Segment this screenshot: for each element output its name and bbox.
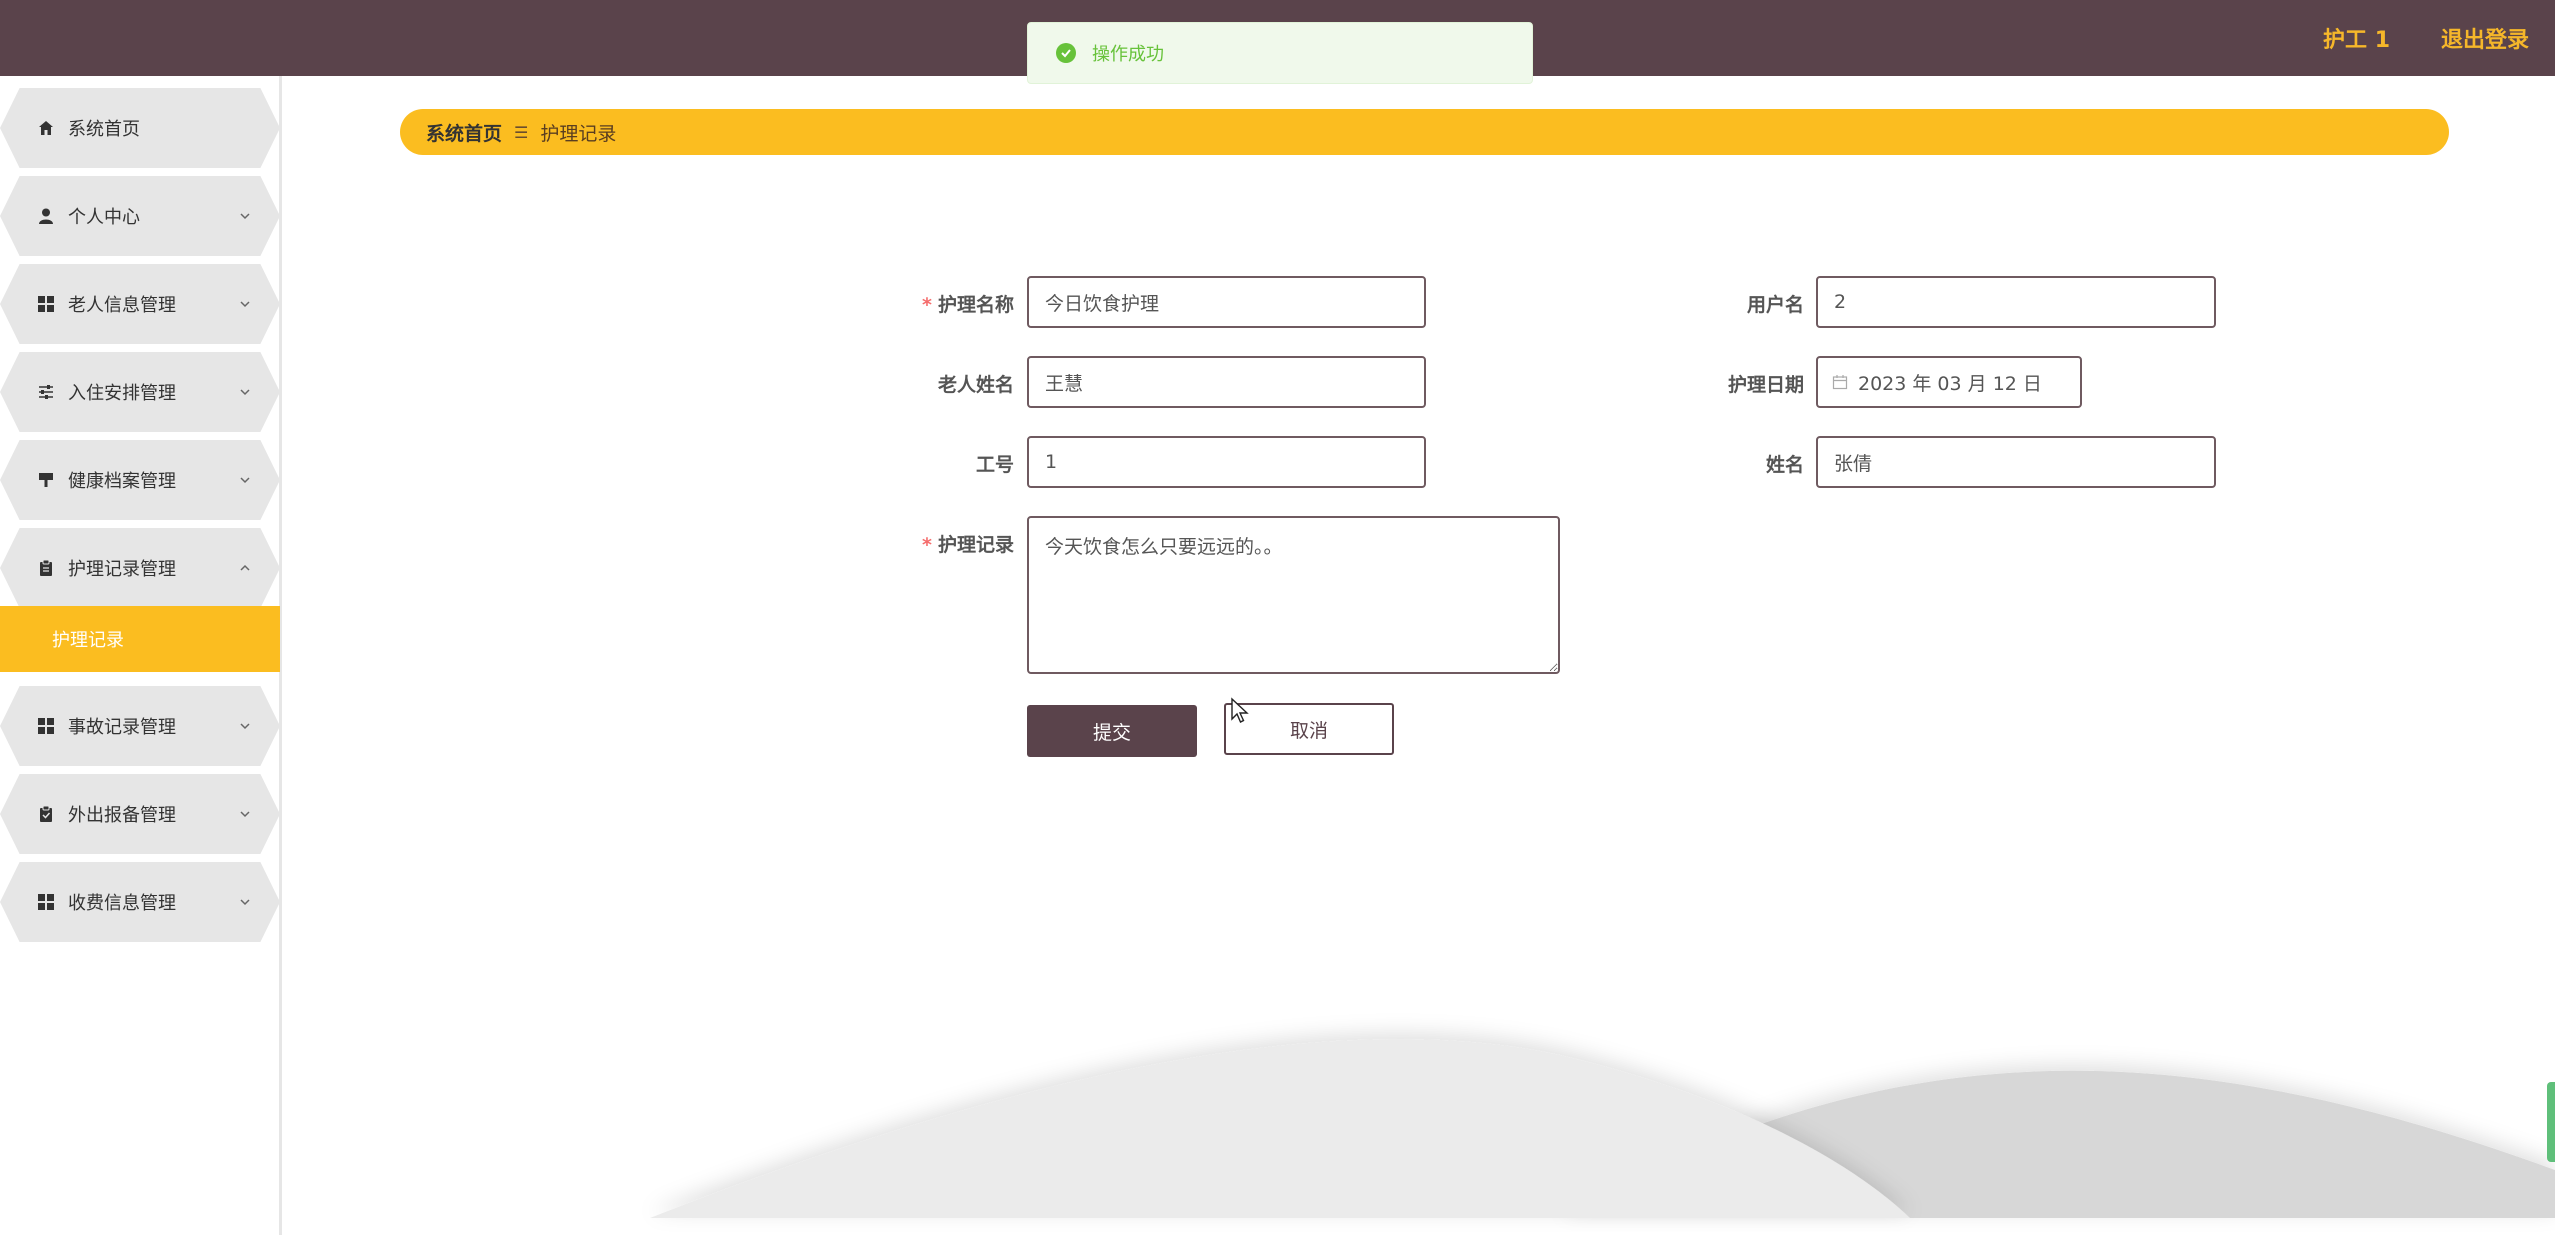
success-toast: 操作成功 bbox=[1027, 22, 1533, 84]
sidebar-item-outing[interactable]: 外出报备管理 bbox=[0, 774, 280, 854]
sidebar-item-accident[interactable]: 事故记录管理 bbox=[0, 686, 280, 766]
name-input[interactable] bbox=[1816, 436, 2216, 488]
sidebar-item-home[interactable]: 系统首页 bbox=[0, 88, 280, 168]
breadcrumb-separator-icon: ☰ bbox=[514, 122, 529, 142]
sidebar-item-label: 老人信息管理 bbox=[68, 295, 176, 316]
grid-icon bbox=[36, 294, 56, 314]
brush-icon bbox=[36, 470, 56, 490]
sliders-icon bbox=[36, 382, 56, 402]
chevron-up-icon bbox=[240, 564, 250, 571]
elder-name-label: 老人姓名 bbox=[937, 374, 1014, 396]
user-icon bbox=[36, 206, 56, 226]
care-record-textarea[interactable]: 今天饮食怎么只要远远的。。 bbox=[1027, 516, 1560, 674]
sidebar-item-label: 个人中心 bbox=[68, 207, 140, 228]
calendar-icon bbox=[1832, 375, 1848, 390]
care-name-label: * 护理名称 bbox=[922, 294, 1014, 316]
care-date-picker[interactable]: 2023 年 03 月 12 日 bbox=[1816, 356, 2082, 408]
sidebar-item-checkin[interactable]: 入住安排管理 bbox=[0, 352, 280, 432]
current-user: 护工 1 bbox=[2323, 28, 2390, 53]
check-circle-icon bbox=[1056, 43, 1076, 63]
breadcrumb-home[interactable]: 系统首页 bbox=[426, 119, 502, 146]
sidebar-item-label: 收费信息管理 bbox=[68, 893, 176, 914]
elder-name-input[interactable] bbox=[1027, 356, 1426, 408]
grid-icon bbox=[36, 892, 56, 912]
scrollbar-thumb[interactable] bbox=[2547, 1082, 2555, 1162]
work-no-input[interactable] bbox=[1027, 436, 1426, 488]
username-label: 用户名 bbox=[1746, 294, 1804, 316]
logout-link[interactable]: 退出登录 bbox=[2441, 22, 2529, 54]
submit-button[interactable]: 提交 bbox=[1027, 705, 1197, 757]
clipboard-icon bbox=[36, 558, 56, 578]
chevron-down-icon bbox=[240, 723, 250, 730]
chevron-down-icon bbox=[240, 477, 250, 484]
care-date-value: 2023 年 03 月 12 日 bbox=[1858, 372, 2042, 395]
care-date-label: 护理日期 bbox=[1727, 374, 1804, 396]
chevron-down-icon bbox=[240, 389, 250, 396]
sidebar-item-fees[interactable]: 收费信息管理 bbox=[0, 862, 280, 942]
sidebar-item-label: 事故记录管理 bbox=[68, 717, 176, 738]
home-icon bbox=[36, 118, 56, 138]
care-record-label: * 护理记录 bbox=[922, 534, 1014, 556]
grid-icon bbox=[36, 716, 56, 736]
care-name-input[interactable] bbox=[1027, 276, 1426, 328]
chevron-down-icon bbox=[240, 301, 250, 308]
toast-message: 操作成功 bbox=[1092, 44, 1164, 65]
clipboard-check-icon bbox=[36, 804, 56, 824]
chevron-down-icon bbox=[240, 899, 250, 906]
mouse-cursor-icon bbox=[1231, 697, 1249, 723]
sidebar-item-label: 入住安排管理 bbox=[68, 383, 176, 404]
username-input[interactable] bbox=[1816, 276, 2216, 328]
sidebar-item-label: 健康档案管理 bbox=[68, 471, 176, 492]
sidebar-item-label: 系统首页 bbox=[68, 119, 140, 140]
name-label: 姓名 bbox=[1765, 454, 1804, 476]
chevron-down-icon bbox=[240, 811, 250, 818]
sidebar: 系统首页 个人中心 老人信息管理 入住安排管理 健康档案管理 护理记录管理 护理… bbox=[0, 76, 282, 1235]
breadcrumb-current: 护理记录 bbox=[540, 122, 617, 145]
decorative-hills bbox=[650, 1039, 2555, 1218]
sidebar-subitem-care-record[interactable]: 护理记录 bbox=[0, 606, 280, 672]
sidebar-item-elder-info[interactable]: 老人信息管理 bbox=[0, 264, 280, 344]
sidebar-item-label: 护理记录管理 bbox=[68, 559, 176, 580]
chevron-down-icon bbox=[240, 213, 250, 220]
sidebar-item-health[interactable]: 健康档案管理 bbox=[0, 440, 280, 520]
breadcrumb: 系统首页 ☰ 护理记录 bbox=[400, 109, 2449, 155]
sidebar-item-label: 外出报备管理 bbox=[68, 805, 176, 826]
sidebar-item-care-records[interactable]: 护理记录管理 bbox=[0, 528, 280, 608]
work-no-label: 工号 bbox=[975, 454, 1014, 476]
sidebar-item-profile[interactable]: 个人中心 bbox=[0, 176, 280, 256]
